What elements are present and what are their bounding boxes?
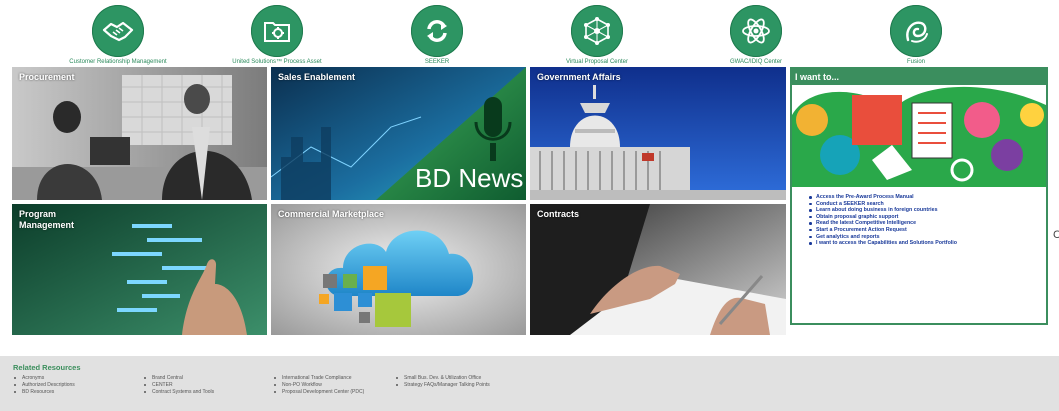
resource-column-2: Brand Central CENTER Contract Systems an… xyxy=(144,375,214,396)
i-want-to-panel: I want to... Access the Pre-Award Proces… xyxy=(790,67,1048,325)
education-illustration xyxy=(792,85,1046,187)
resource-link[interactable]: Non-PO Workflow xyxy=(274,382,364,389)
list-item[interactable]: Learn about doing business in foreign co… xyxy=(808,207,957,214)
gwac-label[interactable]: GWAC/IDIQ Center xyxy=(676,59,836,65)
resource-link[interactable]: Authorized Descriptions xyxy=(14,382,75,389)
tile-title: Commercial Marketplace xyxy=(278,209,385,219)
contract-signing-image xyxy=(530,204,786,335)
list-item[interactable]: I want to access the Capabilities and So… xyxy=(808,240,957,247)
resource-link[interactable]: Brand Central xyxy=(144,375,214,382)
gwac-link[interactable]: GWAC/IDIQ Center xyxy=(676,5,836,65)
related-resources-footer: Related Resources Acronyms Authorized De… xyxy=(0,356,1059,411)
refresh-arrows-icon[interactable] xyxy=(411,5,463,57)
tile-government-affairs[interactable]: Government Affairs xyxy=(530,67,786,200)
tile-title: Sales Enablement xyxy=(278,72,356,82)
atom-icon[interactable] xyxy=(730,5,782,57)
bd-news-label: BD News xyxy=(415,163,524,193)
crm-link[interactable]: Customer Relationship Management xyxy=(38,5,198,65)
resource-link[interactable]: International Trade Compliance xyxy=(274,375,364,382)
fusion-link[interactable]: Fusion xyxy=(836,5,996,65)
procurement-office-image xyxy=(12,67,267,200)
footer-title: Related Resources xyxy=(13,363,81,372)
list-item[interactable]: Conduct a SEEKER search xyxy=(808,201,957,208)
handshake-icon[interactable] xyxy=(92,5,144,57)
resource-link[interactable]: Proposal Development Center (PDC) xyxy=(274,389,364,396)
crm-label[interactable]: Customer Relationship Management xyxy=(38,59,198,65)
resource-link[interactable]: Acronyms xyxy=(14,375,75,382)
resource-column-1: Acronyms Authorized Descriptions BD Reso… xyxy=(14,375,75,396)
folder-gear-icon[interactable] xyxy=(251,5,303,57)
list-item[interactable]: Get analytics and reports xyxy=(808,234,957,241)
seeker-link[interactable]: SEEKER xyxy=(357,5,517,65)
virtual-proposal-link[interactable]: Virtual Proposal Center xyxy=(517,5,677,65)
tile-commercial-marketplace[interactable]: Commercial Marketplace xyxy=(271,204,526,335)
process-asset-link[interactable]: United Solutions™ Process Asset xyxy=(197,5,357,65)
tile-procurement[interactable]: Procurement xyxy=(12,67,267,200)
tile-title: Government Affairs xyxy=(537,72,621,82)
resource-link[interactable]: CENTER xyxy=(144,382,214,389)
resource-link[interactable]: BD Resources xyxy=(14,389,75,396)
i-want-to-list: Access the Pre-Award Process Manual Cond… xyxy=(808,194,957,247)
tile-program-management[interactable]: Program Management xyxy=(12,204,267,335)
fusion-label[interactable]: Fusion xyxy=(836,59,996,65)
tile-title: Program Management xyxy=(19,209,75,230)
fusion-swirl-icon[interactable] xyxy=(890,5,942,57)
list-item[interactable]: Read the latest Competitive Intelligence xyxy=(808,220,957,227)
resource-column-3: International Trade Compliance Non-PO Wo… xyxy=(274,375,364,396)
edge-glyph: C xyxy=(1053,229,1059,241)
top-icon-bar: Customer Relationship Management United … xyxy=(0,0,1059,67)
network-nodes-icon[interactable] xyxy=(571,5,623,57)
tile-sales-enablement[interactable]: Sales Enablement BD News xyxy=(271,67,526,200)
virtual-proposal-label[interactable]: Virtual Proposal Center xyxy=(517,59,677,65)
process-asset-label[interactable]: United Solutions™ Process Asset xyxy=(197,59,357,65)
resource-link[interactable]: Small Bus. Dev. & Utilization Office xyxy=(396,375,490,382)
cloud-image xyxy=(271,204,526,335)
tile-title: Contracts xyxy=(537,209,580,219)
seeker-label[interactable]: SEEKER xyxy=(357,59,517,65)
resource-link[interactable]: Contract Systems and Tools xyxy=(144,389,214,396)
list-item[interactable]: Obtain proposal graphic support xyxy=(808,214,957,221)
list-item[interactable]: Access the Pre-Award Process Manual xyxy=(808,194,957,201)
resource-column-4: Small Bus. Dev. & Utilization Office Str… xyxy=(396,375,490,389)
resource-link[interactable]: Strategy FAQs/Manager Talking Points xyxy=(396,382,490,389)
tile-title: Procurement xyxy=(19,72,75,82)
capitol-image xyxy=(530,67,786,200)
list-item[interactable]: Start a Procurement Action Request xyxy=(808,227,957,234)
tile-contracts[interactable]: Contracts xyxy=(530,204,786,335)
